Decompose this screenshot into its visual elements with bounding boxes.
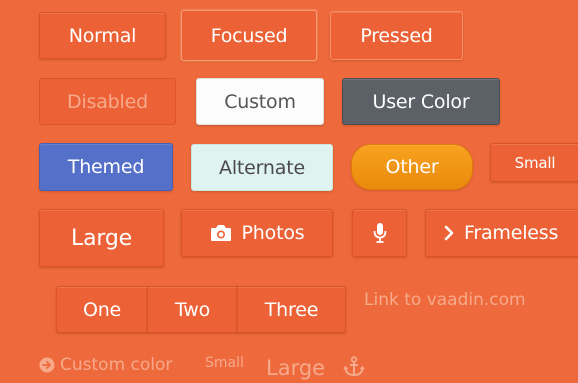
disabled-button-label: Disabled bbox=[67, 90, 148, 113]
small-button[interactable]: Small bbox=[490, 143, 578, 182]
vaadin-link[interactable]: Link to vaadin.com bbox=[364, 290, 526, 310]
custom-button-label: Custom bbox=[224, 90, 296, 113]
alternate-button-label: Alternate bbox=[219, 156, 305, 179]
custom-button[interactable]: Custom bbox=[196, 78, 324, 125]
segment-one-button[interactable]: One bbox=[56, 286, 148, 333]
pressed-button[interactable]: Pressed bbox=[330, 11, 463, 60]
other-button-label: Other bbox=[385, 156, 439, 178]
pressed-button-label: Pressed bbox=[360, 24, 433, 47]
other-button[interactable]: Other bbox=[351, 144, 473, 190]
arrow-circle-right-icon bbox=[39, 357, 55, 373]
large-link-label: Large bbox=[266, 356, 326, 380]
themed-button-label: Themed bbox=[67, 156, 145, 178]
large-button-label: Large bbox=[71, 225, 132, 251]
segment-one-label: One bbox=[82, 298, 122, 321]
themed-button[interactable]: Themed bbox=[39, 143, 173, 191]
segment-three-button[interactable]: Three bbox=[237, 286, 346, 333]
large-button[interactable]: Large bbox=[39, 209, 164, 267]
anchor-link[interactable] bbox=[343, 356, 365, 383]
chevron-right-icon bbox=[444, 225, 454, 241]
anchor-icon bbox=[343, 356, 365, 378]
normal-button-label: Normal bbox=[68, 24, 137, 47]
frameless-button[interactable]: Frameless bbox=[425, 209, 578, 257]
user-color-button[interactable]: User Color bbox=[342, 78, 500, 125]
photos-button-label: Photos bbox=[241, 222, 305, 244]
focused-button[interactable]: Focused bbox=[181, 10, 317, 61]
custom-color-link[interactable]: Custom color bbox=[39, 355, 172, 375]
custom-color-link-label: Custom color bbox=[60, 355, 173, 375]
vaadin-link-label: Link to vaadin.com bbox=[364, 290, 526, 310]
photos-button[interactable]: Photos bbox=[181, 209, 333, 257]
segment-two-button[interactable]: Two bbox=[147, 286, 238, 333]
user-color-button-label: User Color bbox=[372, 90, 470, 113]
microphone-button[interactable] bbox=[352, 209, 407, 257]
camera-icon bbox=[210, 224, 232, 242]
small-link[interactable]: Small bbox=[205, 355, 244, 371]
disabled-button: Disabled bbox=[39, 78, 176, 125]
normal-button[interactable]: Normal bbox=[39, 12, 166, 59]
small-button-label: Small bbox=[514, 153, 556, 172]
segment-three-label: Three bbox=[264, 298, 319, 321]
frameless-button-label: Frameless bbox=[464, 222, 559, 244]
alternate-button[interactable]: Alternate bbox=[191, 144, 333, 191]
focused-button-label: Focused bbox=[210, 24, 288, 47]
small-link-label: Small bbox=[205, 355, 244, 371]
segment-two-label: Two bbox=[174, 298, 211, 321]
microphone-icon bbox=[373, 222, 387, 244]
large-link[interactable]: Large bbox=[266, 356, 325, 380]
